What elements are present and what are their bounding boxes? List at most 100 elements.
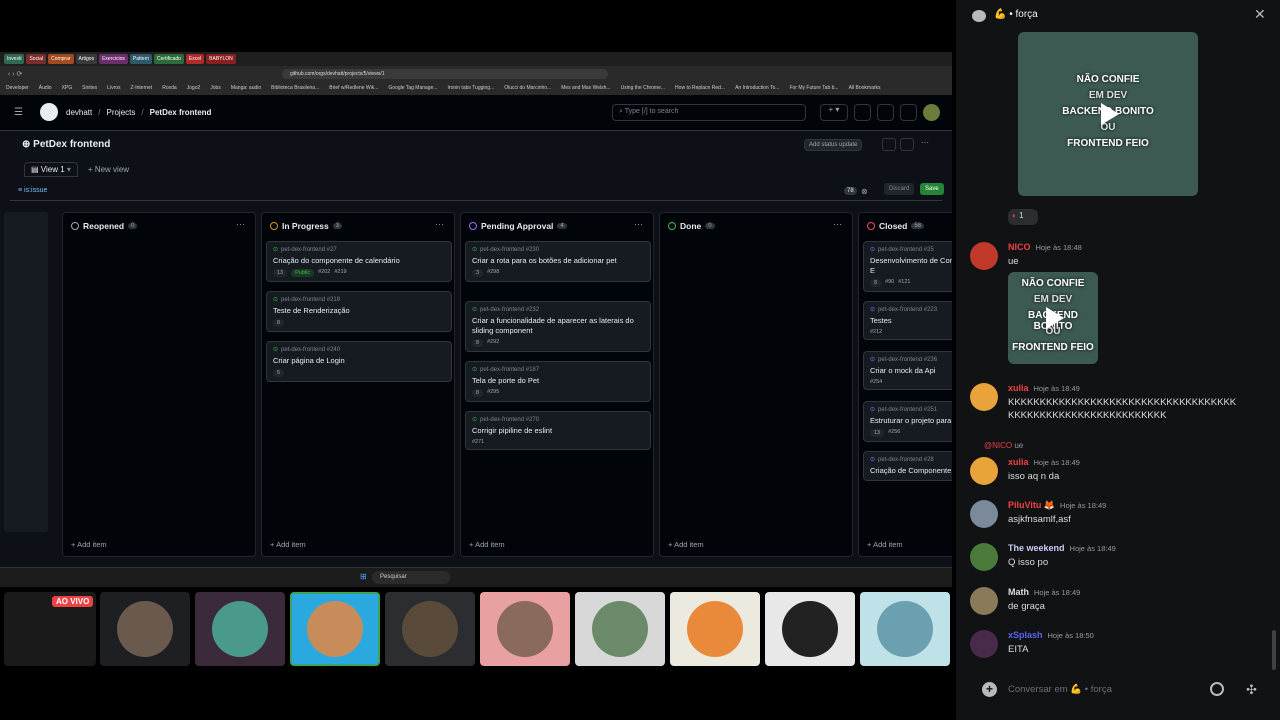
bookmark-item[interactable]: Roxda bbox=[162, 82, 176, 95]
bookmark-item[interactable]: All Bookmarks bbox=[849, 82, 881, 95]
hamburger-icon[interactable]: ☰ bbox=[14, 107, 23, 118]
stream-preview-tile[interactable]: AO VIVO bbox=[4, 592, 96, 666]
bookmark-item[interactable]: Manga: audio bbox=[231, 82, 261, 95]
avatar[interactable] bbox=[970, 457, 998, 485]
issue-card[interactable]: ⊙ pet-dex-frontend #218 Teste de Renderiza… bbox=[266, 291, 452, 332]
add-status-update-button[interactable]: Add status update bbox=[804, 139, 863, 151]
browser-tab[interactable]: Investi bbox=[4, 54, 25, 64]
participant-tile[interactable] bbox=[670, 592, 760, 666]
card-title[interactable]: Estruturar o projeto para SPA bbox=[870, 416, 952, 426]
browser-tab[interactable]: Artigos bbox=[75, 54, 98, 64]
bookmark-item[interactable]: Brief w/Redlene Wik... bbox=[329, 82, 378, 95]
bookmark-item[interactable]: Ironin tabs Tugging... bbox=[448, 82, 495, 95]
author-name[interactable]: xulia bbox=[1008, 383, 1029, 393]
chat-message-input[interactable]: Conversar em 💪 • força bbox=[1008, 684, 1198, 695]
bookmark-item[interactable]: How to Replace Red... bbox=[675, 82, 725, 95]
browser-tab[interactable]: Pattern bbox=[129, 54, 153, 64]
bookmark-item[interactable]: Livros bbox=[107, 82, 120, 95]
avatar[interactable] bbox=[970, 500, 998, 528]
issue-card[interactable]: ⊙ pet-dex-frontend #230 Criar a rota para … bbox=[465, 241, 651, 282]
apps-icon[interactable]: ✣ bbox=[1246, 682, 1257, 698]
bookmark-item[interactable]: An Introduction To... bbox=[735, 82, 779, 95]
card-title[interactable]: Criar página de Login bbox=[273, 356, 445, 366]
avatar[interactable] bbox=[970, 242, 998, 270]
more-options-icon[interactable]: ··· bbox=[918, 138, 932, 151]
play-icon[interactable] bbox=[1046, 307, 1064, 329]
add-item-button[interactable]: + Add item bbox=[469, 540, 505, 549]
issue-card[interactable]: ⊙ pet-dex-frontend #240 Criar página de Lo… bbox=[266, 341, 452, 382]
add-item-button[interactable]: + Add item bbox=[668, 540, 704, 549]
issue-card[interactable]: ⊙ pet-dex-frontend #232 Criar a funcionali… bbox=[465, 301, 651, 352]
reaction-button[interactable]: ◐ 1 bbox=[1008, 209, 1038, 225]
chat-scrollbar[interactable] bbox=[1272, 630, 1276, 670]
breadcrumb-projects[interactable]: Projects bbox=[106, 108, 135, 117]
issue-card[interactable]: ⊙ pet-dex-frontend #270 Corrigir pipiline … bbox=[465, 411, 651, 450]
browser-tab[interactable]: Excel bbox=[185, 54, 205, 64]
bookmark-item[interactable]: For My Future Tab b... bbox=[789, 82, 838, 95]
bookmark-item[interactable]: Mes and Max Welsh... bbox=[561, 82, 610, 95]
browser-tab[interactable]: BABYLON bbox=[206, 54, 236, 64]
video-embed[interactable]: NÃO CONFIE EM DEV BACKEND BONITO OU FRONTEND… bbox=[1008, 272, 1098, 364]
video-embed[interactable]: NÃO CONFIE EM DEV BACKEND BONITO OU FRONTEND… bbox=[1018, 32, 1198, 196]
bookmark-item[interactable]: Developer bbox=[6, 82, 29, 95]
taskbar-search[interactable]: Pesquisar bbox=[372, 571, 450, 584]
url-field[interactable]: github.com/orgs/devhatt/projects/5/views… bbox=[282, 69, 608, 79]
bookmark-item[interactable]: Using the Chrome... bbox=[621, 82, 665, 95]
avatar[interactable] bbox=[970, 543, 998, 571]
participant-tile[interactable] bbox=[385, 592, 475, 666]
github-logo-icon[interactable] bbox=[40, 103, 58, 121]
add-item-button[interactable]: + Add item bbox=[867, 540, 903, 549]
participant-tile[interactable] bbox=[100, 592, 190, 666]
close-icon[interactable]: ✕ bbox=[1254, 6, 1266, 23]
author-name[interactable]: NICO bbox=[1008, 242, 1031, 252]
issue-card[interactable]: ⊙ pet-dex-frontend #27 Criação do componen… bbox=[266, 241, 452, 282]
card-title[interactable]: Tela de porte do Pet bbox=[472, 376, 644, 386]
card-title[interactable]: Corrigir pipiline de eslint bbox=[472, 426, 644, 436]
layout-icon[interactable] bbox=[900, 138, 914, 151]
issue-card[interactable]: ⊙ pet-dex-frontend #187 Tela de porte do P… bbox=[465, 361, 651, 402]
card-title[interactable]: Criar o mock da Api bbox=[870, 366, 952, 376]
participant-tile[interactable] bbox=[195, 592, 285, 666]
column-menu-icon[interactable]: ··· bbox=[833, 219, 842, 229]
issue-card[interactable]: ⊙ pet-dex-frontend #236 Criar o mock da Ap… bbox=[863, 351, 952, 390]
bookmark-item[interactable]: Jobs bbox=[210, 82, 221, 95]
nav-arrows-icon[interactable]: ‹ › ⟳ bbox=[8, 70, 22, 78]
discard-button[interactable]: Discard bbox=[884, 183, 915, 195]
bookmark-item[interactable]: Biblioteca Brasileira... bbox=[271, 82, 319, 95]
issue-card[interactable]: ⊙ pet-dex-frontend #25 Desenvolvimento de … bbox=[863, 241, 952, 292]
add-item-button[interactable]: + Add item bbox=[270, 540, 306, 549]
reply-reference[interactable]: @NICO ue bbox=[984, 441, 1023, 450]
author-name[interactable]: PiluVitu 🦊 bbox=[1008, 500, 1055, 510]
avatar[interactable] bbox=[970, 587, 998, 615]
author-name[interactable]: xulia bbox=[1008, 457, 1029, 467]
save-button[interactable]: Save bbox=[920, 183, 944, 195]
bookmark-item[interactable]: Google Tag Manage... bbox=[388, 82, 437, 95]
column-menu-icon[interactable]: ··· bbox=[435, 219, 444, 229]
avatar[interactable] bbox=[970, 630, 998, 658]
card-title[interactable]: Criação do componente de calendário bbox=[273, 256, 445, 266]
tab-view-1[interactable]: ▤ View 1 ▾ bbox=[24, 162, 78, 177]
issues-icon[interactable] bbox=[854, 104, 871, 121]
bookmark-item[interactable]: Sinites bbox=[82, 82, 97, 95]
browser-tab[interactable]: Comprar bbox=[48, 54, 74, 64]
card-title[interactable]: Criar a funcionalidade de aparecer as la… bbox=[472, 316, 644, 336]
participant-tile-speaking[interactable] bbox=[290, 592, 380, 666]
author-name[interactable]: Math bbox=[1008, 587, 1029, 597]
pull-requests-icon[interactable] bbox=[877, 104, 894, 121]
participant-tile[interactable] bbox=[765, 592, 855, 666]
filter-input[interactable]: ≡ is:issue bbox=[18, 187, 47, 194]
column-menu-icon[interactable]: ··· bbox=[236, 219, 245, 229]
card-title[interactable]: Desenvolvimento de Com Radio e Checkbox … bbox=[870, 256, 952, 276]
card-title[interactable]: Criação de Componente Navegação entre Co… bbox=[870, 466, 952, 476]
participant-tile[interactable] bbox=[575, 592, 665, 666]
add-attachment-icon[interactable]: + bbox=[982, 682, 997, 697]
issue-card[interactable]: ⊙ pet-dex-frontend #251 Estruturar o proje… bbox=[863, 401, 952, 442]
github-search-input[interactable]: ⌕ Type [/] to search bbox=[612, 104, 806, 121]
card-title[interactable]: Teste de Renderização bbox=[273, 306, 445, 316]
create-new-button[interactable]: + ▾ bbox=[820, 104, 848, 121]
issue-card[interactable]: ⊙ pet-dex-frontend #223 Testes #212 bbox=[863, 301, 952, 340]
breadcrumb-org[interactable]: devhatt bbox=[66, 108, 92, 117]
card-title[interactable]: Criar a rota para os botões de adicionar… bbox=[472, 256, 644, 266]
browser-tab[interactable]: Exercicios bbox=[99, 54, 128, 64]
insights-icon[interactable] bbox=[882, 138, 896, 151]
